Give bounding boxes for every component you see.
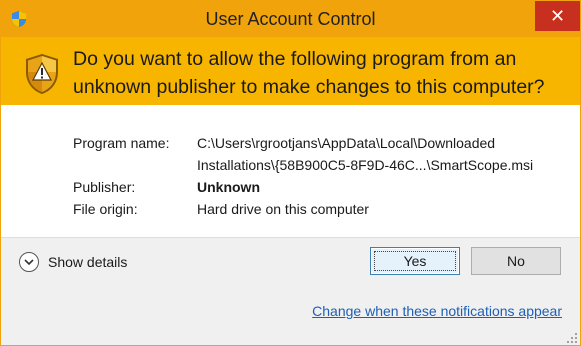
- program-name-line-1: C:\Users\rgrootjans\AppData\Local\Downlo…: [197, 135, 496, 151]
- program-name-value: C:\Users\rgrootjans\AppData\Local\Downlo…: [197, 132, 557, 176]
- uac-dialog: User Account Control ✕ Do you want to al…: [0, 0, 581, 346]
- show-details-label[interactable]: Show details: [48, 254, 127, 270]
- focus-rectangle: [374, 251, 456, 271]
- yes-button[interactable]: Yes: [370, 247, 460, 275]
- file-origin-value: Hard drive on this computer: [197, 201, 369, 217]
- program-name-line-2: Installations\{58B900C5-8F9D-46C...\Smar…: [197, 157, 534, 173]
- close-icon: ✕: [549, 6, 566, 26]
- no-button[interactable]: No: [471, 247, 561, 275]
- no-button-label: No: [507, 253, 525, 269]
- resize-grip-icon[interactable]: [566, 332, 578, 344]
- banner-line-1: Do you want to allow the following progr…: [73, 48, 517, 70]
- title-bar[interactable]: User Account Control ✕: [1, 1, 580, 37]
- publisher-value: Unknown: [197, 179, 260, 195]
- window-title: User Account Control: [205, 9, 376, 29]
- publisher-label: Publisher:: [73, 179, 136, 195]
- warning-shield-icon: [26, 54, 58, 94]
- show-details-toggle[interactable]: Show details: [19, 252, 127, 272]
- banner-line-2: unknown publisher to make changes to thi…: [73, 76, 545, 98]
- dialog-footer: Show details Yes No Change when these no…: [1, 237, 580, 345]
- chevron-down-icon[interactable]: [19, 252, 39, 272]
- close-button[interactable]: ✕: [535, 1, 580, 31]
- change-notifications-link[interactable]: Change when these notifications appear: [312, 303, 562, 319]
- file-origin-label: File origin:: [73, 201, 138, 217]
- program-name-label: Program name:: [73, 135, 170, 151]
- banner-question: Do you want to allow the following progr…: [73, 45, 573, 101]
- warning-banner: Do you want to allow the following progr…: [1, 37, 580, 105]
